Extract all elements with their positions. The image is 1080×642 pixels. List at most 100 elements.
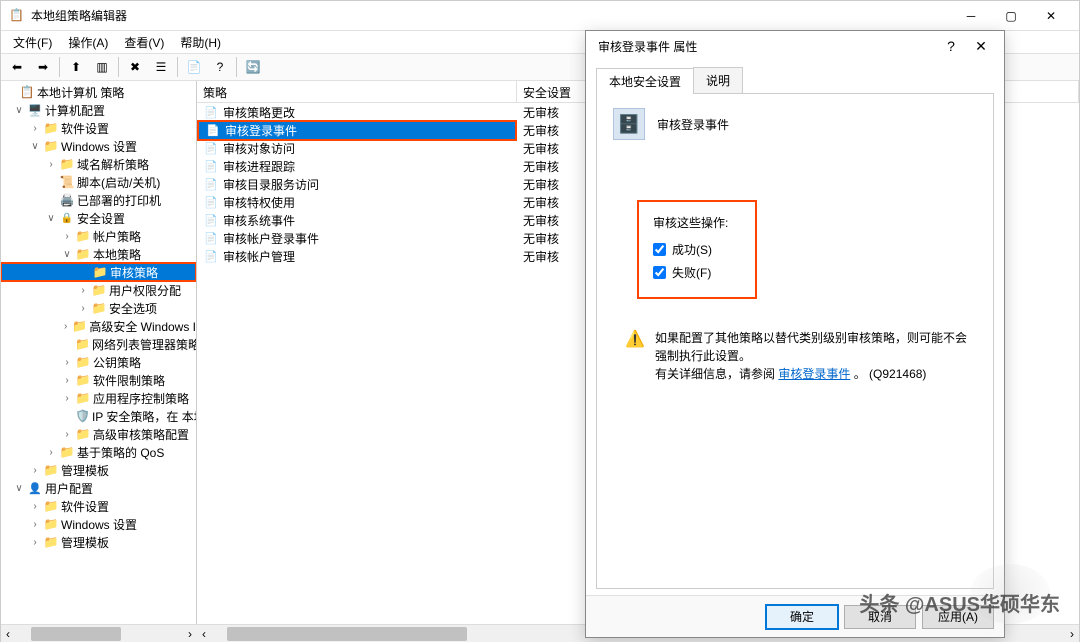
window-controls: ─ ▢ ✕ — [951, 2, 1071, 30]
folder-icon — [75, 354, 91, 370]
cell-policy-name: 审核目录服务访问 — [197, 176, 517, 193]
help-button[interactable]: ? — [208, 56, 232, 78]
policy-item-icon — [203, 194, 219, 210]
tree-user-config[interactable]: ∨ 用户配置 — [1, 479, 196, 497]
script-icon: 📜 — [59, 174, 75, 190]
tree-name-resolution[interactable]: › 域名解析策略 — [1, 155, 196, 173]
minimize-button[interactable]: ─ — [951, 2, 991, 30]
show-hide-button[interactable]: ▥ — [90, 56, 114, 78]
tree-hscrollbar[interactable]: ‹ › — [1, 624, 197, 642]
properties-button[interactable]: ☰ — [149, 56, 173, 78]
tree-toggle[interactable]: › — [45, 447, 57, 458]
tree-toggle[interactable]: › — [61, 429, 73, 440]
audit-options-box: 审核这些操作: 成功(S) 失败(F) — [637, 200, 757, 299]
column-policy[interactable]: 策略 — [197, 81, 517, 102]
dialog-body: 本地安全设置 说明 🗄️ 审核登录事件 审核这些操作: 成功(S) 失败(F) — [586, 61, 1004, 595]
back-button[interactable]: ⬅ — [5, 56, 29, 78]
note-line2a: 有关详细信息，请参阅 — [655, 367, 775, 381]
dialog-titlebar: 审核登录事件 属性 ? ✕ — [586, 31, 1004, 61]
tree-toggle[interactable]: › — [29, 519, 41, 530]
close-button[interactable]: ✕ — [1031, 2, 1071, 30]
tree-toggle[interactable]: › — [61, 321, 70, 332]
delete-button[interactable]: ✖ — [123, 56, 147, 78]
policy-item-label: 审核策略更改 — [223, 104, 295, 121]
tree-toggle[interactable]: › — [77, 285, 89, 296]
tree-computer-config[interactable]: ∨ 计算机配置 — [1, 101, 196, 119]
tree-toggle[interactable]: › — [29, 123, 41, 134]
tree-toggle[interactable]: › — [29, 501, 41, 512]
apply-button[interactable]: 应用(A) — [922, 605, 994, 629]
folder-icon — [43, 534, 59, 550]
printer-icon: 🖨️ — [59, 192, 75, 208]
tree-app-control[interactable]: › 应用程序控制策略 — [1, 389, 196, 407]
tree-toggle[interactable]: › — [29, 465, 41, 476]
tree-ip-security[interactable]: 🛡️ IP 安全策略，在 本地 — [1, 407, 196, 425]
note-text: 如果配置了其他策略以替代类别级别审核策略，则可能不会强制执行此设置。 有关详细信… — [655, 329, 973, 383]
toolbar-separator — [236, 57, 237, 77]
tree-adv-audit[interactable]: › 高级审核策略配置 — [1, 425, 196, 443]
policy-header: 🗄️ 审核登录事件 — [613, 108, 977, 140]
tree-label: IP 安全策略，在 本地 — [92, 408, 197, 425]
tree-security-settings[interactable]: ∨ 安全设置 — [1, 209, 196, 227]
tree-toggle[interactable]: ∨ — [61, 249, 73, 260]
tree-toggle[interactable]: › — [61, 393, 73, 404]
tree-toggle[interactable]: ∨ — [13, 105, 25, 116]
success-checkbox[interactable] — [653, 243, 666, 256]
tree-label: 管理模板 — [61, 534, 109, 551]
dialog-close-button[interactable]: ✕ — [966, 32, 996, 60]
tree-admin-templates-c[interactable]: › 管理模板 — [1, 461, 196, 479]
tree-toggle[interactable]: ∨ — [29, 141, 41, 152]
failure-checkbox[interactable] — [653, 266, 666, 279]
folder-icon — [92, 264, 108, 280]
tree-label: 本地计算机 策略 — [37, 84, 124, 101]
tree-windows-settings-u[interactable]: › Windows 设置 — [1, 515, 196, 533]
export-button[interactable]: 📄 — [182, 56, 206, 78]
cell-setting: 无审核 — [517, 212, 565, 229]
tree-qos[interactable]: › 基于策略的 QoS — [1, 443, 196, 461]
note-link[interactable]: 审核登录事件 — [778, 367, 850, 381]
tree-windows-settings[interactable]: ∨ Windows 设置 — [1, 137, 196, 155]
ok-button[interactable]: 确定 — [766, 605, 838, 629]
tree-software-settings-u[interactable]: › 软件设置 — [1, 497, 196, 515]
menu-file[interactable]: 文件(F) — [7, 32, 58, 53]
tree-admin-templates-u[interactable]: › 管理模板 — [1, 533, 196, 551]
tree-software-restriction[interactable]: › 软件限制策略 — [1, 371, 196, 389]
dialog-help-button[interactable]: ? — [936, 32, 966, 60]
tree-toggle[interactable]: › — [77, 303, 89, 314]
up-button[interactable]: ⬆ — [64, 56, 88, 78]
tree-local-policies[interactable]: ∨ 本地策略 — [1, 245, 196, 263]
tree-toggle[interactable]: › — [61, 231, 73, 242]
tree-label: 域名解析策略 — [77, 156, 149, 173]
menu-help[interactable]: 帮助(H) — [174, 32, 227, 53]
tree-toggle[interactable]: › — [29, 537, 41, 548]
tree-scripts[interactable]: 📜 脚本(启动/关机) — [1, 173, 196, 191]
tab-explain[interactable]: 说明 — [693, 67, 743, 93]
tree-security-options[interactable]: › 安全选项 — [1, 299, 196, 317]
folder-icon — [75, 390, 91, 406]
tree-software-settings[interactable]: › 软件设置 — [1, 119, 196, 137]
tree-pane[interactable]: 📋 本地计算机 策略 ∨ 计算机配置 › 软件设置 ∨ Windows 设置 › — [1, 81, 197, 641]
menu-action[interactable]: 操作(A) — [62, 32, 114, 53]
folder-icon — [59, 444, 75, 460]
tree-toggle[interactable]: › — [61, 375, 73, 386]
tree-user-rights[interactable]: › 用户权限分配 — [1, 281, 196, 299]
note-block: ⚠️ 如果配置了其他策略以替代类别级别审核策略，则可能不会强制执行此设置。 有关… — [625, 329, 973, 383]
forward-button[interactable]: ➡ — [31, 56, 55, 78]
tree-toggle[interactable]: ∨ — [13, 483, 25, 494]
tree-toggle[interactable]: › — [61, 357, 73, 368]
menu-view[interactable]: 查看(V) — [118, 32, 170, 53]
tree-account-policies[interactable]: › 帐户策略 — [1, 227, 196, 245]
tree-toggle[interactable]: › — [45, 159, 57, 170]
tree-root[interactable]: 📋 本地计算机 策略 — [1, 83, 196, 101]
tree-label: 高级安全 Windows I — [89, 318, 196, 335]
refresh-button[interactable]: 🔄 — [241, 56, 265, 78]
tree-public-key[interactable]: › 公钥策略 — [1, 353, 196, 371]
tree-adv-windows-fw[interactable]: › 高级安全 Windows I — [1, 317, 196, 335]
cancel-button[interactable]: 取消 — [844, 605, 916, 629]
tree-deployed-printers[interactable]: 🖨️ 已部署的打印机 — [1, 191, 196, 209]
tree-network-list[interactable]: 网络列表管理器策略 — [1, 335, 196, 353]
tree-toggle[interactable]: ∨ — [45, 213, 57, 224]
tab-security-setting[interactable]: 本地安全设置 — [596, 68, 694, 94]
tree-audit-policy[interactable]: 审核策略 — [1, 263, 196, 281]
maximize-button[interactable]: ▢ — [991, 2, 1031, 30]
